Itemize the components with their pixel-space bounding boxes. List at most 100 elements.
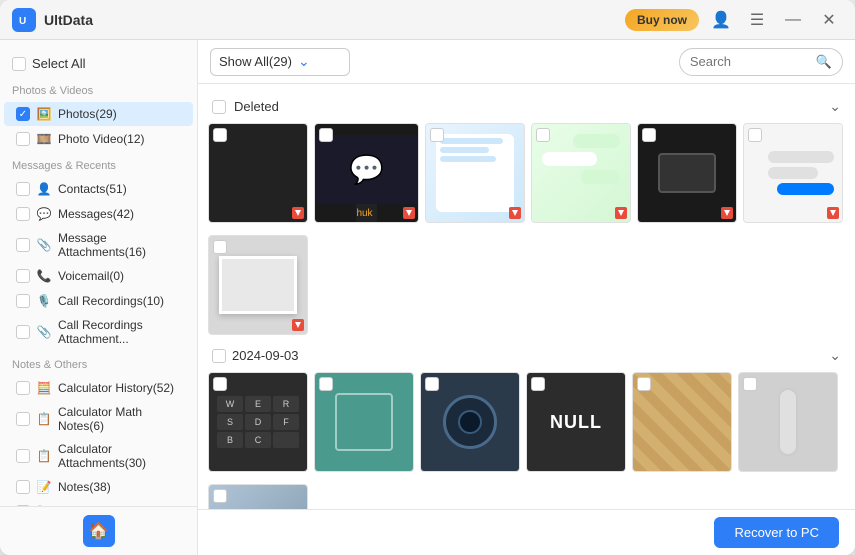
photo-cb[interactable]: [748, 128, 762, 142]
photo-item[interactable]: [425, 123, 525, 223]
photo-video-checkbox[interactable]: [16, 132, 30, 146]
menu-icon[interactable]: ☰: [743, 6, 771, 34]
deleted-badge: [827, 207, 839, 219]
photo-cb[interactable]: [536, 128, 550, 142]
photo-checkbox[interactable]: [642, 128, 656, 142]
minimize-button[interactable]: —: [779, 6, 807, 34]
dropdown-arrow-icon: ⌄: [298, 53, 310, 70]
photo-checkbox[interactable]: [536, 128, 550, 142]
photo-item[interactable]: [208, 123, 308, 223]
messages-icon: 💬: [36, 206, 52, 222]
call-rec-checkbox[interactable]: [16, 294, 30, 308]
calc-history-checkbox[interactable]: [16, 381, 30, 395]
photo-item[interactable]: [637, 123, 737, 223]
sidebar-item-call-att[interactable]: 📎 Call Recordings Attachment...: [4, 314, 193, 350]
messages-checkbox[interactable]: [16, 207, 30, 221]
photo-item[interactable]: [314, 372, 414, 472]
contacts-checkbox[interactable]: [16, 182, 30, 196]
voicemail-icon: 📞: [36, 268, 52, 284]
sidebar-item-photos[interactable]: 🖼️ Photos(29): [4, 102, 193, 126]
photo-item[interactable]: [738, 372, 838, 472]
show-all-dropdown[interactable]: Show All(29) ⌄: [210, 48, 350, 76]
voicemail-label: Voicemail(0): [58, 269, 124, 283]
dropdown-value: Show All(29): [219, 54, 292, 69]
sidebar-item-photo-video[interactable]: 🎞️ Photo Video(12): [4, 127, 193, 151]
call-att-checkbox[interactable]: [16, 325, 30, 339]
photo-cb[interactable]: [642, 128, 656, 142]
photo-checkbox[interactable]: [430, 128, 444, 142]
sidebar-item-contacts[interactable]: 👤 Contacts(51): [4, 177, 193, 201]
deleted-group-checkbox[interactable]: [212, 100, 226, 114]
photo-checkbox[interactable]: [213, 240, 227, 254]
deleted-expand-icon[interactable]: ⌄: [829, 98, 841, 115]
photo-cb[interactable]: [319, 128, 333, 142]
calc-math-checkbox[interactable]: [16, 412, 30, 426]
photo-cb[interactable]: [213, 489, 227, 503]
photo-item[interactable]: 💬 huk: [314, 123, 419, 223]
sidebar-item-messages[interactable]: 💬 Messages(42): [4, 202, 193, 226]
photo-cb[interactable]: [319, 377, 333, 391]
search-input[interactable]: [690, 54, 810, 69]
sidebar: Select All Photos & Videos 🖼️ Photos(29)…: [0, 40, 198, 555]
photo-checkbox[interactable]: [213, 377, 227, 391]
photo-cb[interactable]: [213, 377, 227, 391]
photo-item[interactable]: [632, 372, 732, 472]
photo-item[interactable]: [208, 235, 308, 335]
sidebar-item-notes[interactable]: 📝 Notes(38): [4, 475, 193, 499]
photo-cb[interactable]: [531, 377, 545, 391]
sidebar-item-calc-att[interactable]: 📋 Calculator Attachments(30): [4, 438, 193, 474]
recover-button[interactable]: Recover to PC: [714, 517, 839, 548]
sidebar-item-call-recordings[interactable]: 🎙️ Call Recordings(10): [4, 289, 193, 313]
sidebar-scroll: Select All Photos & Videos 🖼️ Photos(29)…: [0, 40, 197, 506]
photo-cb[interactable]: [425, 377, 439, 391]
photo-checkbox[interactable]: [637, 377, 651, 391]
photo-item[interactable]: W E R S D F B C: [208, 372, 308, 472]
photo-checkbox[interactable]: [743, 377, 757, 391]
section-messages: Messages & Recents: [0, 152, 197, 176]
photo-cb[interactable]: [743, 377, 757, 391]
buy-now-button[interactable]: Buy now: [625, 9, 699, 31]
photo-item[interactable]: [531, 123, 631, 223]
calc-history-icon: 🧮: [36, 380, 52, 396]
close-button[interactable]: ✕: [815, 6, 843, 34]
date-group-checkbox[interactable]: [212, 349, 226, 363]
messages-label: Messages(42): [58, 207, 134, 221]
sidebar-item-calc-math[interactable]: 📋 Calculator Math Notes(6): [4, 401, 193, 437]
photo-item[interactable]: [743, 123, 843, 223]
voicemail-checkbox[interactable]: [16, 269, 30, 283]
user-icon[interactable]: 👤: [707, 6, 735, 34]
contacts-icon: 👤: [36, 181, 52, 197]
msg-att-checkbox[interactable]: [16, 238, 30, 252]
photo-checkbox[interactable]: [319, 128, 333, 142]
photo-checkbox[interactable]: [425, 377, 439, 391]
photo-video-icon: 🎞️: [36, 131, 52, 147]
deleted-badge: [615, 207, 627, 219]
calc-math-icon: 📋: [36, 411, 52, 427]
photo-cb[interactable]: [213, 128, 227, 142]
sidebar-item-voicemail[interactable]: 📞 Voicemail(0): [4, 264, 193, 288]
calc-att-checkbox[interactable]: [16, 449, 30, 463]
select-all-row[interactable]: Select All: [0, 48, 197, 77]
date-expand-icon[interactable]: ⌄: [829, 347, 841, 364]
photo-cb[interactable]: [213, 240, 227, 254]
deleted-badge: [292, 319, 304, 331]
photo-checkbox[interactable]: [748, 128, 762, 142]
photo-checkbox[interactable]: [531, 377, 545, 391]
photo-checkbox[interactable]: [319, 377, 333, 391]
photo-checkbox[interactable]: [213, 128, 227, 142]
photos-checkbox[interactable]: [16, 107, 30, 121]
sidebar-item-msg-attachments[interactable]: 📎 Message Attachments(16): [4, 227, 193, 263]
select-all-checkbox[interactable]: [12, 57, 26, 71]
photo-item[interactable]: [208, 484, 308, 509]
photo-checkbox[interactable]: [213, 489, 227, 503]
sidebar-item-calc-history[interactable]: 🧮 Calculator History(52): [4, 376, 193, 400]
app-logo: U: [12, 8, 36, 32]
photo-cb[interactable]: [430, 128, 444, 142]
photo-item[interactable]: [420, 372, 520, 472]
calc-history-label: Calculator History(52): [58, 381, 174, 395]
notes-checkbox[interactable]: [16, 480, 30, 494]
call-att-icon: 📎: [36, 324, 52, 340]
photo-cb[interactable]: [637, 377, 651, 391]
home-button[interactable]: 🏠: [83, 515, 115, 547]
photo-item[interactable]: NULL: [526, 372, 626, 472]
